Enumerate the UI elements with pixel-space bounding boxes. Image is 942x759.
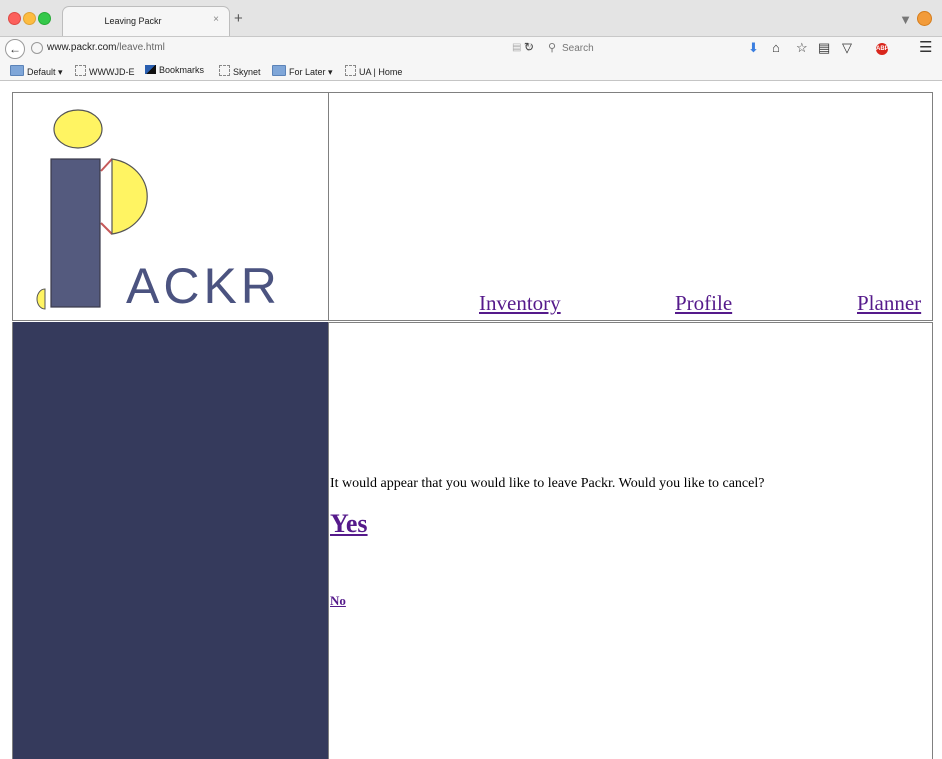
bookmark-label: For Later <box>289 67 326 77</box>
nav-link-profile[interactable]: Profile <box>675 291 732 316</box>
search-bar[interactable]: ⚲ <box>542 40 738 57</box>
tab-title: Leaving Packr <box>104 16 162 26</box>
chevron-down-icon: ▾ <box>328 67 333 77</box>
folder-icon <box>272 65 286 76</box>
browser-tab[interactable]: Leaving Packr × <box>62 6 230 37</box>
nav-link-inventory[interactable]: Inventory <box>479 291 561 316</box>
new-tab-button[interactable]: + <box>234 11 243 26</box>
window-maximize-button[interactable] <box>38 12 51 25</box>
page-icon <box>345 65 356 76</box>
logo-small-half-circle <box>36 288 46 310</box>
logo-red-line-bottom <box>100 222 113 235</box>
title-bar: Leaving Packr × + ▼ <box>0 0 942 37</box>
bookmark-label: Skynet <box>233 67 261 77</box>
logo-p-bowl <box>111 158 148 235</box>
page-icon <box>219 65 230 76</box>
bookmark-wwwjd-e[interactable]: WWWJD-E <box>75 65 134 77</box>
logo-text: ACKR <box>126 258 281 314</box>
tab-close-icon[interactable]: × <box>213 14 219 25</box>
adblock-icon[interactable]: ABP <box>876 43 889 55</box>
logo-frame: ACKR <box>12 92 328 321</box>
extension-icon[interactable]: ▼ <box>899 12 912 27</box>
url-bar[interactable]: www.packr.com/leave.html ▤ ▽ ↻ <box>27 40 537 57</box>
reload-icon[interactable]: ↻ <box>524 40 534 54</box>
globe-icon <box>31 42 43 54</box>
bookmark-default[interactable]: Default ▾ <box>10 65 63 78</box>
home-icon[interactable]: ⌂ <box>772 40 780 56</box>
main-frame: It would appear that you would like to l… <box>328 322 933 759</box>
bookmark-label: WWWJD-E <box>89 67 135 77</box>
bookmark-skynet[interactable]: Skynet <box>219 65 261 77</box>
sidebar-panel <box>12 322 328 759</box>
bookmark-label: Default <box>27 67 56 77</box>
no-link[interactable]: No <box>330 593 346 609</box>
bookmark-for-later[interactable]: For Later ▾ <box>272 65 333 78</box>
pocket-icon[interactable]: ▽ <box>842 40 852 56</box>
leave-message: It would appear that you would like to l… <box>330 476 765 491</box>
search-icon: ⚲ <box>548 42 557 54</box>
chevron-down-icon: ▾ <box>58 67 63 77</box>
menu-icon[interactable]: ☰ <box>919 40 932 56</box>
navigation-toolbar: ← www.packr.com/leave.html ▤ ▽ ↻ ⚲ ⬇ ⌂ ☆… <box>0 36 942 61</box>
logo-i-stem <box>50 158 101 308</box>
logo-red-line-top <box>100 158 113 172</box>
blocks-icon <box>145 65 156 74</box>
url-text[interactable]: www.packr.com/leave.html <box>47 42 165 53</box>
folder-icon <box>10 65 24 76</box>
star-icon[interactable]: ☆ <box>796 40 808 56</box>
url-path: /leave.html <box>116 42 165 53</box>
bookmark-label: Bookmarks <box>159 65 205 75</box>
nav-frame: Inventory Profile Planner <box>328 92 933 321</box>
bookmarks-toolbar: Default ▾ WWWJD-E Bookmarks Skynet For L… <box>0 61 942 81</box>
url-host: www.packr.com <box>47 42 117 53</box>
bookmark-label: UA | Home <box>359 67 403 77</box>
bookmark-ua-home[interactable]: UA | Home <box>345 65 402 77</box>
page-viewport: ACKR Inventory Profile Planner It would … <box>0 81 942 759</box>
back-button[interactable]: ← <box>5 39 25 59</box>
firefox-account-icon[interactable] <box>917 11 932 26</box>
clipboard-icon[interactable]: ▤ <box>818 40 830 56</box>
search-input[interactable] <box>562 41 732 55</box>
download-icon[interactable]: ⬇ <box>748 40 759 56</box>
nav-link-planner[interactable]: Planner <box>857 291 921 316</box>
yes-link[interactable]: Yes <box>330 509 368 539</box>
window-close-button[interactable] <box>8 12 21 25</box>
logo-dot <box>53 109 103 149</box>
page-icon <box>75 65 86 76</box>
window-minimize-button[interactable] <box>23 12 36 25</box>
bookmark-bookmarks[interactable]: Bookmarks <box>145 65 204 75</box>
